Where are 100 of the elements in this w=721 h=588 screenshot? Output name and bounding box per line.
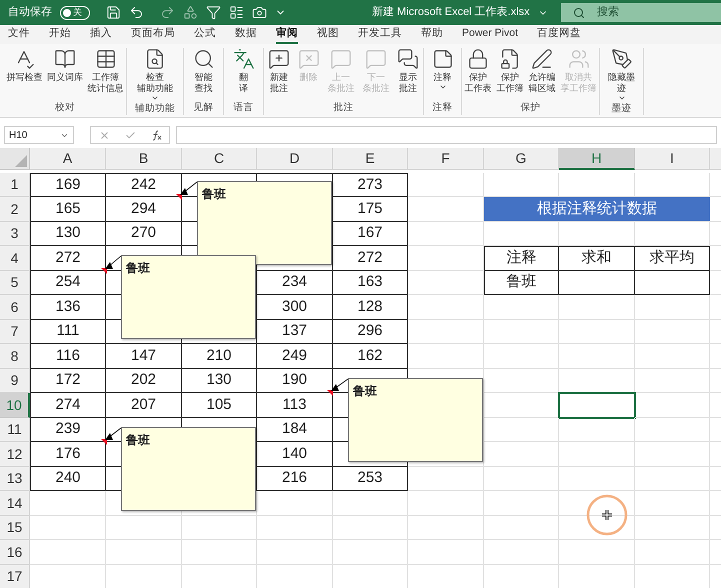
ribbon-button[interactable]: 检查 辅助功能 bbox=[136, 48, 174, 102]
menu-tab[interactable]: Power Pivot bbox=[462, 25, 518, 44]
row-header[interactable]: 2 bbox=[0, 197, 30, 222]
row-header[interactable]: 17 bbox=[0, 564, 30, 588]
table-cell: 272 bbox=[333, 246, 408, 270]
table-cell: 175 bbox=[333, 197, 408, 222]
cursor-icon bbox=[586, 494, 628, 536]
row-header[interactable]: 14 bbox=[0, 491, 30, 516]
formula-field[interactable] bbox=[176, 126, 717, 144]
function-icon[interactable] bbox=[150, 130, 162, 140]
ribbon-button[interactable]: 隐藏墨 迹 bbox=[607, 48, 636, 102]
row-header[interactable]: 4 bbox=[0, 246, 30, 270]
ribbon-button[interactable]: 保护 工作表 bbox=[464, 48, 492, 101]
pen-icon bbox=[531, 48, 553, 70]
form-icon[interactable] bbox=[229, 5, 244, 20]
row-header[interactable]: 6 bbox=[0, 295, 30, 320]
camera-icon[interactable] bbox=[252, 5, 267, 20]
comment-box[interactable]: 鲁班 bbox=[121, 255, 256, 339]
table-cell: 172 bbox=[30, 368, 106, 393]
menu-tab[interactable]: 视图 bbox=[317, 25, 339, 44]
row-header[interactable]: 10 bbox=[0, 393, 30, 418]
menu-tab[interactable]: 帮助 bbox=[421, 25, 443, 44]
group-label: 批注 bbox=[332, 101, 354, 115]
comment-plus-icon bbox=[268, 48, 290, 70]
column-header[interactable]: C bbox=[182, 148, 257, 170]
autosave-toggle[interactable]: 关 bbox=[60, 6, 90, 20]
table-cell: 273 bbox=[333, 172, 408, 197]
row-header[interactable]: 3 bbox=[0, 222, 30, 246]
menu-tab[interactable]: 开始 bbox=[49, 25, 71, 44]
ribbon-button[interactable]: 允许编 辑区域 bbox=[528, 48, 556, 101]
column-header[interactable]: D bbox=[257, 148, 333, 170]
menu-tab[interactable]: 数据 bbox=[235, 25, 257, 44]
row-header[interactable]: 7 bbox=[0, 320, 30, 344]
comment-box[interactable]: 鲁班 bbox=[121, 427, 256, 511]
ribbon-button[interactable]: 工作簿 统计信息 bbox=[86, 48, 125, 101]
cell-reference: H10 bbox=[9, 128, 28, 142]
row-header[interactable]: 9 bbox=[0, 368, 30, 393]
ribbon-button[interactable]: 显示 批注 bbox=[396, 48, 420, 101]
row-header[interactable]: 1 bbox=[0, 172, 30, 197]
table-cell: 113 bbox=[257, 393, 333, 418]
table-cell: 140 bbox=[257, 442, 333, 466]
menu-tab[interactable]: 百度网盘 bbox=[537, 25, 582, 44]
column-header[interactable]: B bbox=[106, 148, 182, 170]
column-header[interactable]: H bbox=[559, 148, 635, 170]
comment-box[interactable]: 鲁班 bbox=[348, 378, 483, 462]
translate-icon bbox=[232, 48, 254, 70]
column-header[interactable]: E bbox=[333, 148, 408, 170]
column-header[interactable]: F bbox=[408, 148, 484, 170]
menu-tab[interactable]: 插入 bbox=[90, 25, 112, 44]
check-icon[interactable] bbox=[124, 130, 136, 140]
table-cell: 176 bbox=[30, 442, 106, 466]
search-placeholder: 搜索 bbox=[597, 4, 619, 20]
row-header[interactable]: 12 bbox=[0, 442, 30, 466]
save-icon[interactable] bbox=[106, 5, 121, 20]
ribbon-button[interactable]: 注释 bbox=[430, 48, 454, 101]
table-cell: 210 bbox=[182, 344, 257, 368]
ribbon-button[interactable]: 翻 译 bbox=[232, 48, 256, 101]
row-header[interactable]: 8 bbox=[0, 344, 30, 368]
group-label: 墨迹 bbox=[610, 102, 632, 116]
row-header[interactable]: 13 bbox=[0, 466, 30, 491]
comment-box[interactable]: 鲁班 bbox=[197, 181, 332, 265]
search-field[interactable]: 搜索 bbox=[561, 3, 721, 22]
name-box[interactable]: H10 bbox=[4, 126, 74, 144]
row-header[interactable]: 16 bbox=[0, 540, 30, 564]
row-header[interactable]: 11 bbox=[0, 418, 30, 442]
selected-cell[interactable] bbox=[559, 393, 635, 418]
menu-tab[interactable]: 文件 bbox=[8, 25, 30, 44]
table-cell: 249 bbox=[257, 344, 333, 368]
ribbon-button[interactable]: 同义词库 bbox=[46, 48, 84, 101]
table-cell: 137 bbox=[257, 320, 333, 344]
column-header[interactable]: I bbox=[635, 148, 710, 170]
comment-icon bbox=[364, 48, 387, 70]
ribbon-button[interactable]: 新建 批注 bbox=[266, 48, 291, 101]
filter-icon[interactable] bbox=[206, 5, 221, 20]
file-lock-icon bbox=[499, 48, 521, 70]
ribbon-button[interactable]: 拼写检查 bbox=[5, 48, 44, 101]
group-label: 校对 bbox=[54, 101, 76, 115]
column-header[interactable]: G bbox=[484, 148, 559, 170]
note-icon bbox=[432, 48, 454, 70]
table-cell: 270 bbox=[106, 222, 182, 246]
window-title: 新建 Microsoft Excel 工作表.xlsx bbox=[372, 4, 530, 20]
menu-tab[interactable]: 页面布局 bbox=[131, 25, 175, 44]
column-header[interactable]: A bbox=[30, 148, 106, 170]
caret-icon bbox=[151, 94, 159, 102]
table-cell: 240 bbox=[30, 466, 106, 491]
table-cell: 254 bbox=[30, 270, 106, 295]
ribbon-button[interactable]: 保护 工作簿 bbox=[496, 48, 524, 101]
row-header[interactable]: 5 bbox=[0, 270, 30, 295]
row-header[interactable]: 15 bbox=[0, 516, 30, 540]
ribbon-button[interactable]: 智能 查找 bbox=[192, 48, 216, 101]
autosave-label: 自动保存 bbox=[8, 5, 52, 20]
leader-line bbox=[331, 378, 348, 391]
shapes-icon[interactable] bbox=[183, 5, 198, 20]
comments-icon bbox=[397, 48, 420, 70]
undo-icon[interactable] bbox=[129, 5, 144, 20]
menu-tab[interactable]: 开发工具 bbox=[358, 25, 402, 44]
table-cell: 300 bbox=[257, 295, 333, 320]
menu-tab[interactable]: 公式 bbox=[194, 25, 216, 44]
comment-author: 鲁班 bbox=[126, 433, 150, 447]
comment-author: 鲁班 bbox=[126, 261, 150, 275]
